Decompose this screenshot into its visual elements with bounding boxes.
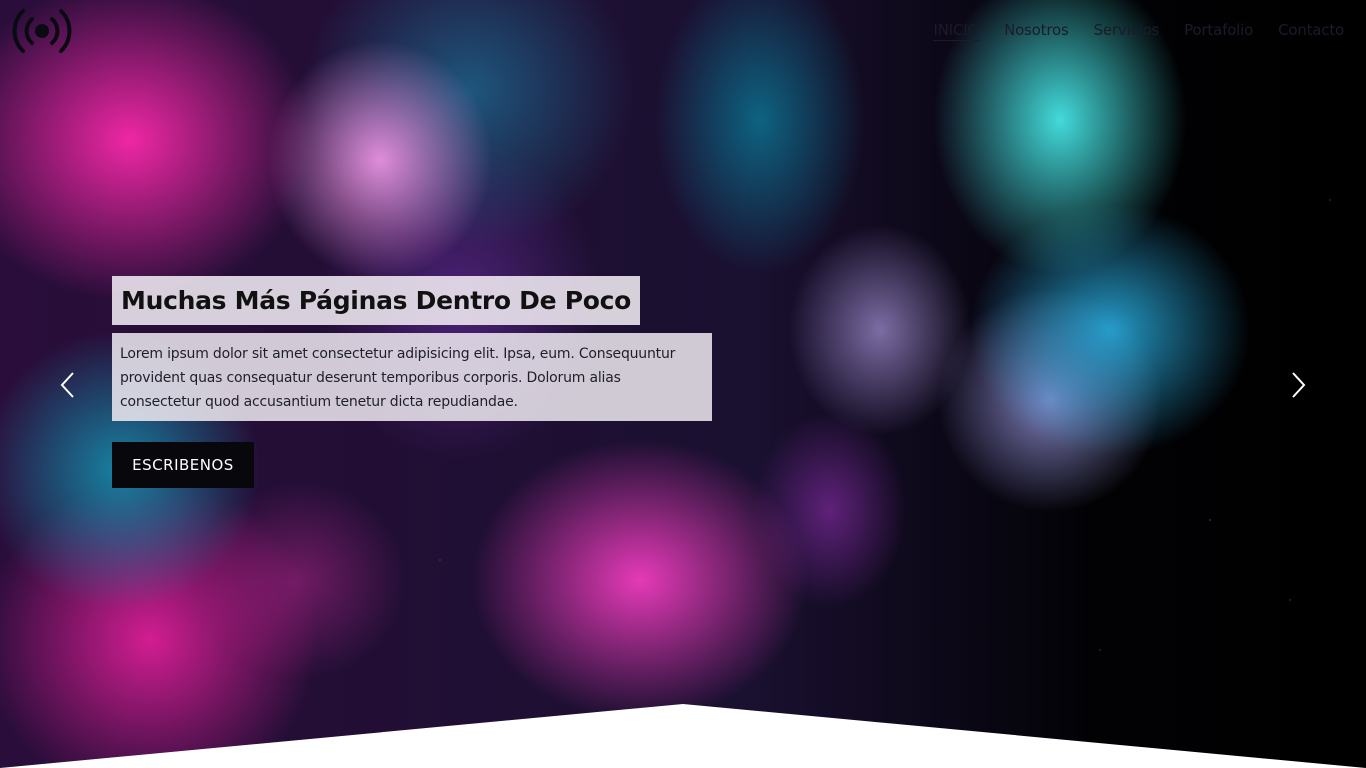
- nav-item-servicios[interactable]: Servicios: [1094, 20, 1160, 41]
- escribenos-button[interactable]: ESCRIBENOS: [112, 442, 254, 488]
- broadcast-icon[interactable]: [8, 6, 76, 56]
- nav-item-inicio[interactable]: INICIO: [933, 20, 979, 41]
- main-nav: INICIO Nosotros Servicios Portafolio Con…: [933, 20, 1344, 41]
- slide-description: Lorem ipsum dolor sit amet consectetur a…: [112, 333, 712, 421]
- slide-title: Muchas Más Páginas Dentro De Poco: [112, 276, 640, 325]
- nav-item-nosotros[interactable]: Nosotros: [1004, 20, 1069, 41]
- hero-slider: INICIO Nosotros Servicios Portafolio Con…: [0, 0, 1366, 768]
- hero-bottom-divider: [0, 704, 1366, 768]
- nav-item-contacto[interactable]: Contacto: [1278, 20, 1344, 41]
- nav-item-portafolio[interactable]: Portafolio: [1184, 20, 1253, 41]
- chevron-right-icon[interactable]: [1288, 370, 1308, 400]
- chevron-left-icon[interactable]: [58, 370, 78, 400]
